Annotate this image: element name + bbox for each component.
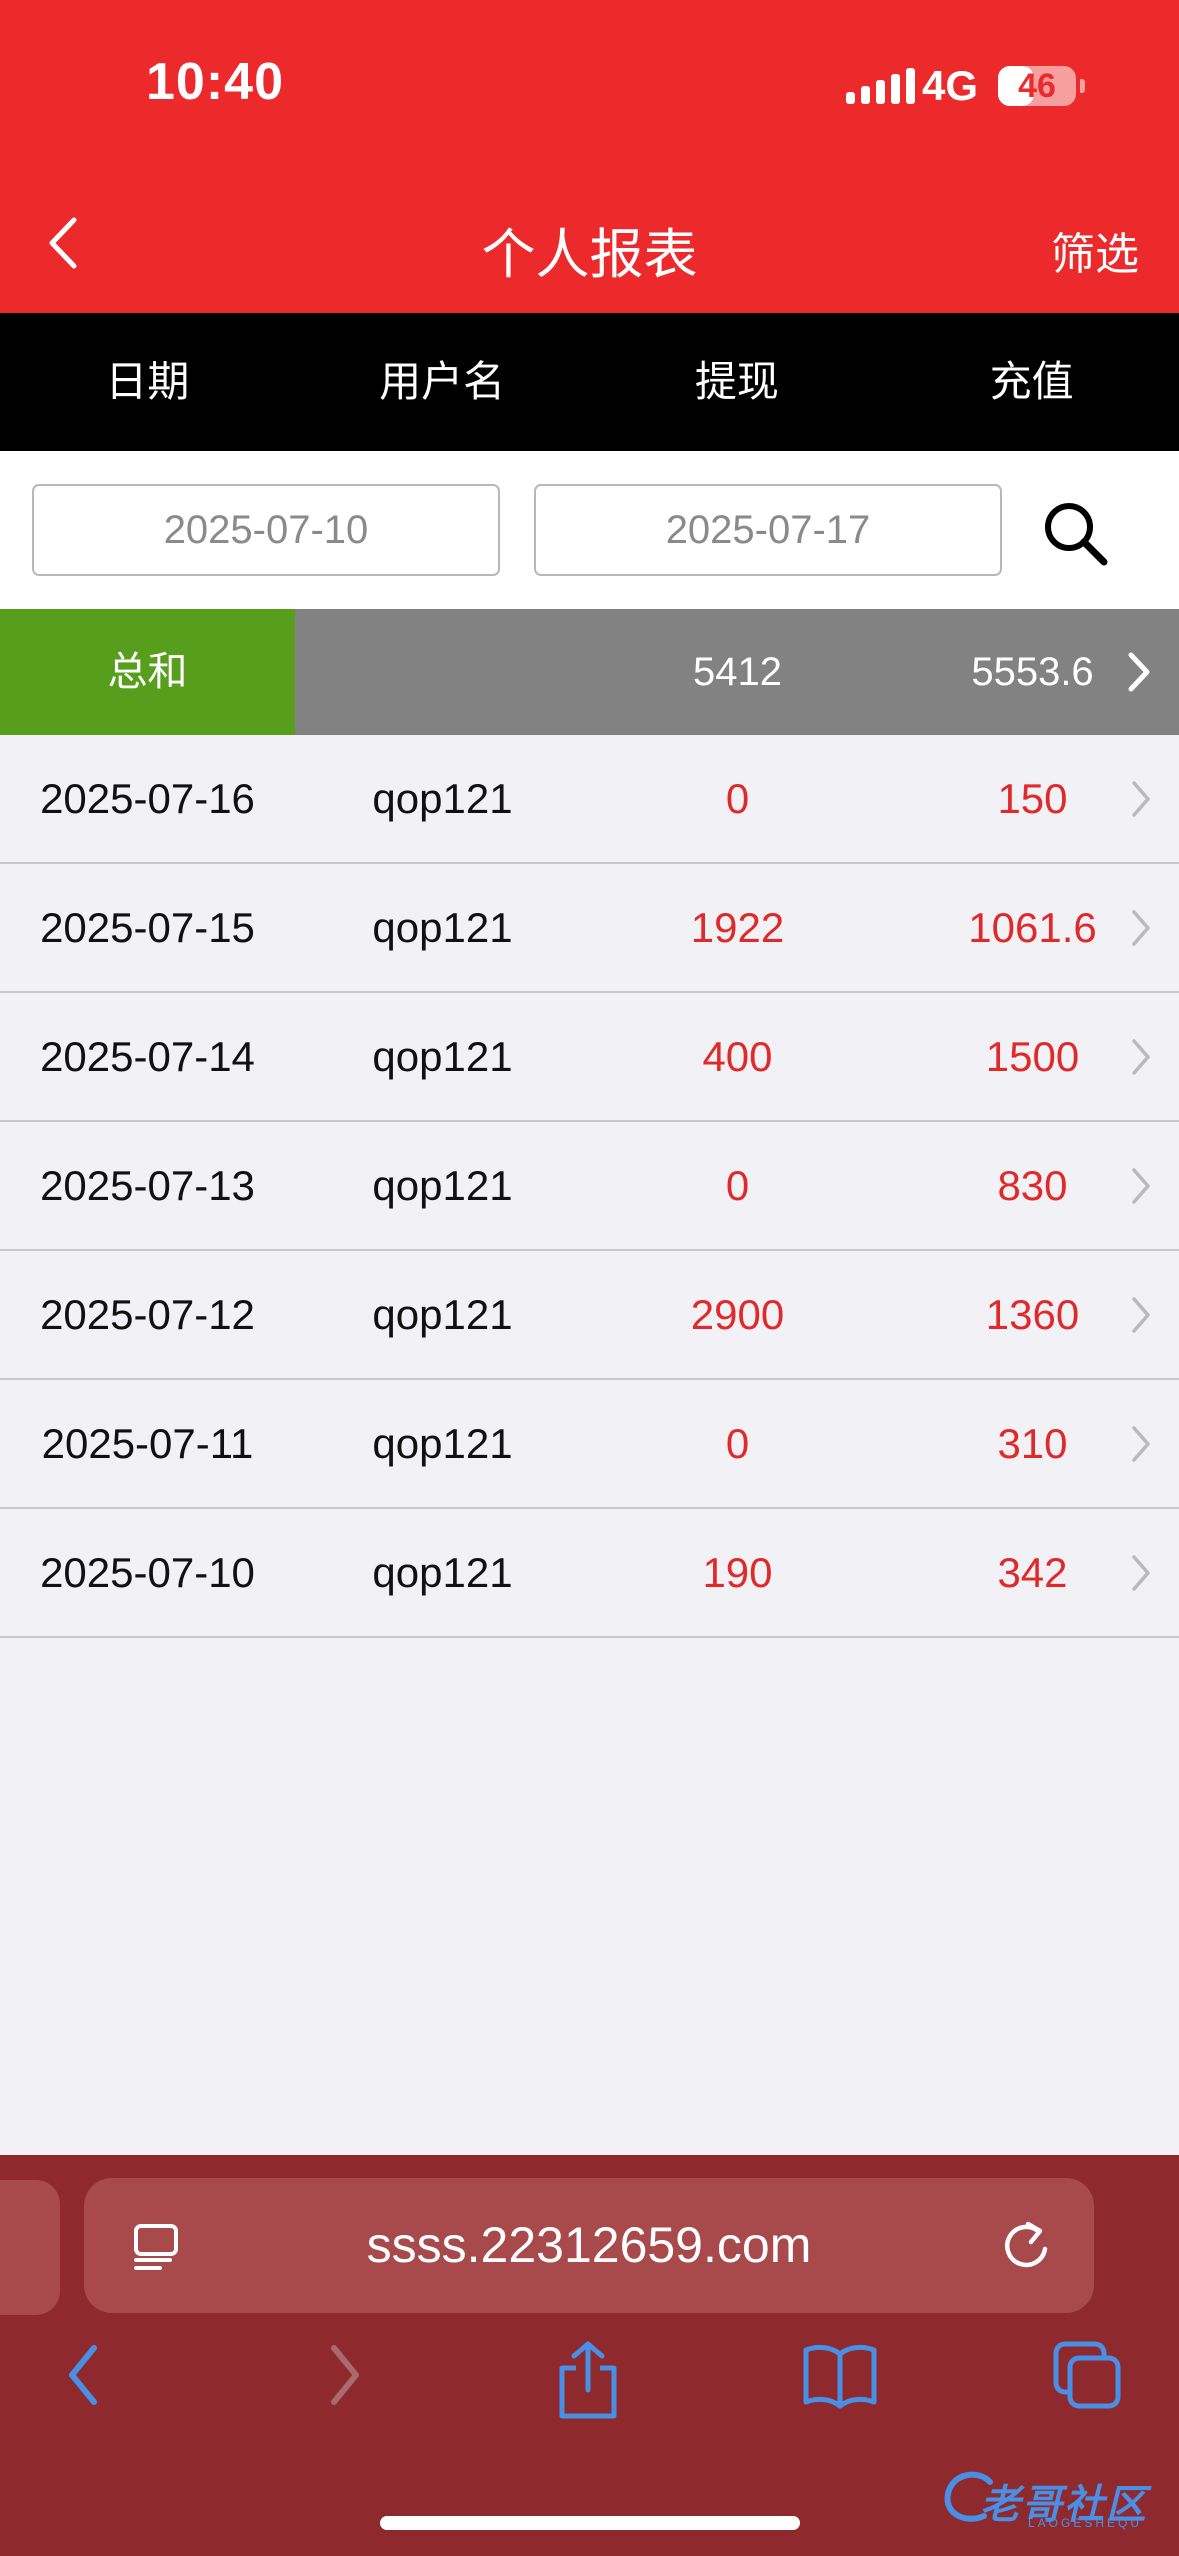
- home-indicator: [380, 2516, 800, 2530]
- row-date: 2025-07-11: [41, 1420, 254, 1467]
- chevron-right-icon: [1132, 910, 1150, 946]
- browser-forward-icon[interactable]: [318, 2340, 368, 2410]
- url-text: ssss.22312659.com: [366, 2217, 812, 2273]
- table-row[interactable]: 2025-07-12 qop121 2900 1360: [0, 1251, 1179, 1380]
- share-icon[interactable]: [554, 2340, 622, 2420]
- chevron-right-icon: [1132, 1039, 1150, 1075]
- table-row[interactable]: 2025-07-10 qop121 190 342: [0, 1509, 1179, 1638]
- chevron-right-icon: [1132, 1426, 1150, 1462]
- row-user: qop121: [372, 904, 513, 951]
- search-button[interactable]: [1040, 498, 1110, 568]
- date-search-bar: 2025-07-10 2025-07-17: [0, 451, 1179, 609]
- end-date-input[interactable]: 2025-07-17: [534, 484, 1002, 576]
- table-row[interactable]: 2025-07-15 qop121 1922 1061.6: [0, 864, 1179, 993]
- network-type: 4G: [922, 62, 979, 109]
- reload-icon[interactable]: [998, 2216, 1054, 2274]
- row-date: 2025-07-15: [40, 904, 255, 951]
- column-withdraw[interactable]: 提现: [590, 313, 885, 451]
- row-user: qop121: [372, 1162, 513, 1209]
- table-row[interactable]: 2025-07-13 qop121 0 830: [0, 1122, 1179, 1251]
- chevron-right-icon: [1132, 781, 1150, 817]
- chevron-right-icon: [1128, 652, 1150, 692]
- chevron-right-icon: [1132, 1168, 1150, 1204]
- row-user: qop121: [372, 775, 513, 822]
- total-label: 总和: [0, 609, 295, 735]
- column-date[interactable]: 日期: [0, 313, 295, 451]
- row-user: qop121: [372, 1033, 513, 1080]
- row-withdraw: 0: [725, 775, 750, 822]
- table-row[interactable]: 2025-07-11 qop121 0 310: [0, 1380, 1179, 1509]
- total-row[interactable]: 总和 5412 5553.6: [0, 609, 1179, 735]
- bookmarks-icon[interactable]: [800, 2340, 880, 2410]
- row-date: 2025-07-14: [40, 1033, 255, 1080]
- row-user: qop121: [372, 1420, 513, 1467]
- chevron-right-icon: [1132, 1297, 1150, 1333]
- search-icon: [1045, 503, 1108, 566]
- row-user: qop121: [372, 1549, 513, 1596]
- browser-back-icon[interactable]: [60, 2340, 110, 2410]
- address-bar[interactable]: ssss.22312659.com: [84, 2178, 1094, 2313]
- filter-button[interactable]: 筛选: [1051, 218, 1139, 282]
- start-date-input[interactable]: 2025-07-10: [32, 484, 500, 576]
- report-list: 2025-07-16 qop121 0 150 2025-07-15 qop12…: [0, 735, 1179, 1638]
- row-date: 2025-07-16: [40, 775, 255, 822]
- cellular-signal-icon: [846, 68, 915, 104]
- row-withdraw: 0: [725, 1420, 750, 1467]
- column-recharge[interactable]: 充值: [884, 313, 1179, 451]
- watermark-subtext: LAOGESHEQU: [1028, 2516, 1143, 2530]
- row-withdraw: 400: [702, 1033, 773, 1080]
- row-withdraw: 190: [702, 1549, 773, 1596]
- previous-tab-preview[interactable]: [0, 2180, 60, 2315]
- row-date: 2025-07-10: [40, 1549, 255, 1596]
- watermark-logo: 老哥社区 LAOGESHEQU: [940, 2462, 1170, 2532]
- battery-tip: [1080, 79, 1085, 93]
- app-header: 10:40 4G 46 个人报表 筛选: [0, 0, 1179, 313]
- row-date: 2025-07-13: [40, 1162, 255, 1209]
- table-row[interactable]: 2025-07-14 qop121 400 1500: [0, 993, 1179, 1122]
- tabs-icon[interactable]: [1052, 2340, 1124, 2412]
- column-username[interactable]: 用户名: [295, 313, 590, 451]
- table-row[interactable]: 2025-07-16 qop121 0 150: [0, 735, 1179, 864]
- row-withdraw: 0: [725, 1162, 750, 1209]
- status-time: 10:40: [146, 53, 284, 111]
- battery-level-text: 46: [1018, 67, 1056, 105]
- row-withdraw: 1922: [690, 904, 785, 951]
- total-withdraw: 5412: [693, 650, 782, 694]
- row-withdraw: 2900: [690, 1291, 785, 1338]
- page-title: 个人报表: [481, 225, 698, 285]
- row-date: 2025-07-12: [40, 1291, 255, 1338]
- row-user: qop121: [372, 1291, 513, 1338]
- chevron-right-icon: [1132, 1555, 1150, 1591]
- column-header-bar: 日期 用户名 提现 充值: [0, 313, 1179, 451]
- battery-icon: 46: [998, 66, 1076, 106]
